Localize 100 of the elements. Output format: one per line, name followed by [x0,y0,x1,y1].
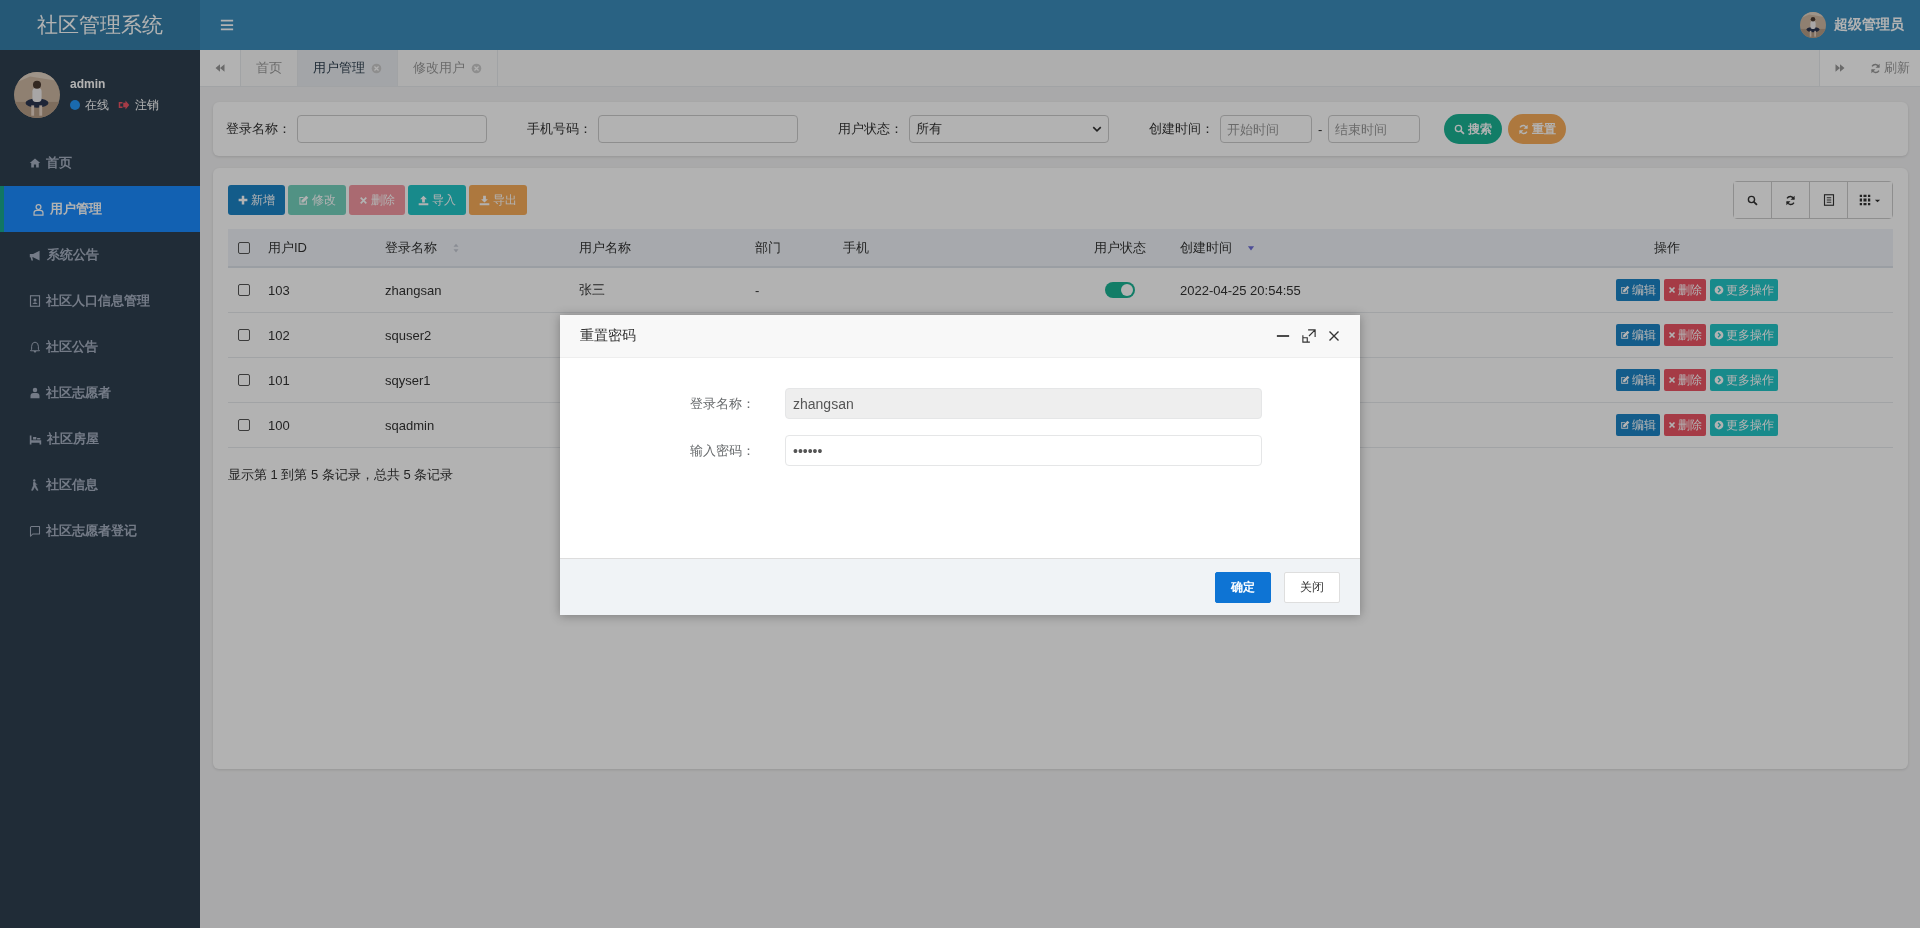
column-header[interactable]: 用户ID [268,238,307,257]
sidebar-item[interactable]: 系统公告 [0,232,200,278]
login-name-field[interactable] [297,115,487,143]
app-logo: 社区管理系统 [0,0,200,50]
sidebar-item[interactable]: 社区房屋 [0,416,200,462]
more-actions-button[interactable]: 更多操作 [1709,279,1778,301]
page-tab[interactable]: 修改用户 [398,50,498,86]
edit-button[interactable]: 编辑 [1615,414,1660,436]
download-icon [479,194,490,206]
search-icon [1454,123,1466,135]
upload-icon [418,194,429,206]
list-icon [1822,194,1835,206]
edit-icon [1619,285,1630,295]
double-right-icon [1834,62,1846,74]
page-tab[interactable]: 用户管理 [298,50,398,86]
row-checkbox[interactable] [238,419,250,431]
table-cell: 2022-04-25 20:54:55 [1180,282,1301,298]
more-actions-button[interactable]: 更多操作 [1709,369,1778,391]
grid-icon [1859,194,1871,206]
field-label: 登录名称： [226,120,291,138]
edit-button[interactable]: 编辑 [1615,324,1660,346]
person-icon [29,387,41,399]
close-icon [1667,376,1676,384]
field-label: 用户状态： [838,120,903,138]
edit-icon [1619,330,1630,340]
logout-link[interactable]: 注销 [135,96,159,114]
delete-button[interactable]: 删除 [1663,414,1706,436]
edit-icon [1619,420,1630,430]
row-checkbox[interactable] [238,284,250,296]
table-cell: 101 [268,372,290,388]
status-dropdown[interactable]: 所有 [909,115,1109,143]
table-cell: 103 [268,282,290,298]
column-header[interactable]: 登录名称 [385,238,461,257]
more-actions-button[interactable]: 更多操作 [1709,324,1778,346]
reset-button[interactable]: 重置 [1508,114,1567,144]
edit-icon [1619,375,1630,385]
search-toggle-button[interactable] [1734,182,1772,218]
edit-button[interactable]: 编辑 [1615,279,1660,301]
sidebar-item[interactable]: 社区志愿者 [0,370,200,416]
column-header[interactable]: 用户名称 [579,238,631,257]
close-button[interactable] [1328,330,1340,342]
refresh-icon [1785,194,1796,206]
maximize-icon [1302,329,1316,343]
password-input[interactable]: •••••• [785,435,1262,466]
start-date-field[interactable]: 开始时间 [1220,115,1312,143]
bell-icon [29,341,41,353]
megaphone-icon [29,248,42,262]
edit-button[interactable]: 编辑 [1615,369,1660,391]
sidebar-item[interactable]: 社区信息 [0,462,200,508]
refresh-button[interactable]: 刷新 [1860,50,1920,86]
row-checkbox[interactable] [238,374,250,386]
arrow-circle-icon [1713,330,1724,340]
status-toggle[interactable] [1105,282,1135,299]
column-header[interactable]: 操作 [1653,238,1680,257]
sidebar-item[interactable]: 社区公告 [0,324,200,370]
phone-field[interactable] [598,115,798,143]
maximize-button[interactable] [1302,329,1316,343]
table-cell: sqyser1 [385,372,431,388]
delete-button[interactable]: 删除 [1663,324,1706,346]
more-actions-button[interactable]: 更多操作 [1709,414,1778,436]
dialog-title: 重置密码 [580,327,636,345]
refresh-icon [1518,123,1530,135]
speech-bubble-icon [29,525,41,537]
table-cell: 102 [268,327,290,343]
menu-icon [220,18,234,32]
user-name: admin [70,76,107,91]
chevron-down-icon [1092,124,1102,134]
plus-icon [238,195,248,205]
confirm-button[interactable]: 确定 [1215,571,1271,603]
column-header[interactable]: 手机 [843,238,869,257]
end-date-field[interactable]: 结束时间 [1328,115,1421,143]
close-dialog-button[interactable]: 关闭 [1284,571,1340,603]
column-header[interactable]: 创建时间 [1180,238,1256,257]
user-icon [32,202,45,216]
sidebar-item[interactable]: 社区志愿者登记 [0,508,200,554]
table-cell: squser2 [385,327,432,343]
sign-out-icon [118,99,130,111]
toolbar-button[interactable]: 新增 [228,185,285,215]
search-button[interactable]: 搜索 [1444,114,1503,144]
row-checkbox[interactable] [238,329,250,341]
refresh-icon [1870,62,1881,74]
sidebar-item[interactable]: 用户管理 [0,186,200,232]
login-name-input[interactable]: zhangsan [785,388,1262,419]
column-header[interactable]: 部门 [755,238,781,257]
sidebar-item[interactable]: 首页 [0,140,200,186]
delete-button[interactable]: 删除 [1663,369,1706,391]
arrow-circle-icon [1713,285,1724,295]
sort-icon [451,242,461,253]
table-cell: - [755,282,760,298]
pagination-info: 显示第 1 到第 5 条记录，总共 5 条记录 [228,467,454,482]
field-label: 输入密码： [689,441,756,460]
close-circle-icon [471,62,482,74]
user-menu[interactable]: 超级管理员 [1834,16,1904,34]
delete-button[interactable]: 删除 [1663,279,1706,301]
home-icon [29,157,41,169]
select-all-checkbox[interactable] [238,241,250,254]
toolbar-button[interactable]: 导入 [408,185,466,215]
sidebar-item[interactable]: 社区人口信息管理 [0,278,200,324]
toolbar-button[interactable]: 导出 [469,185,527,215]
field-label: 登录名称： [689,394,756,413]
